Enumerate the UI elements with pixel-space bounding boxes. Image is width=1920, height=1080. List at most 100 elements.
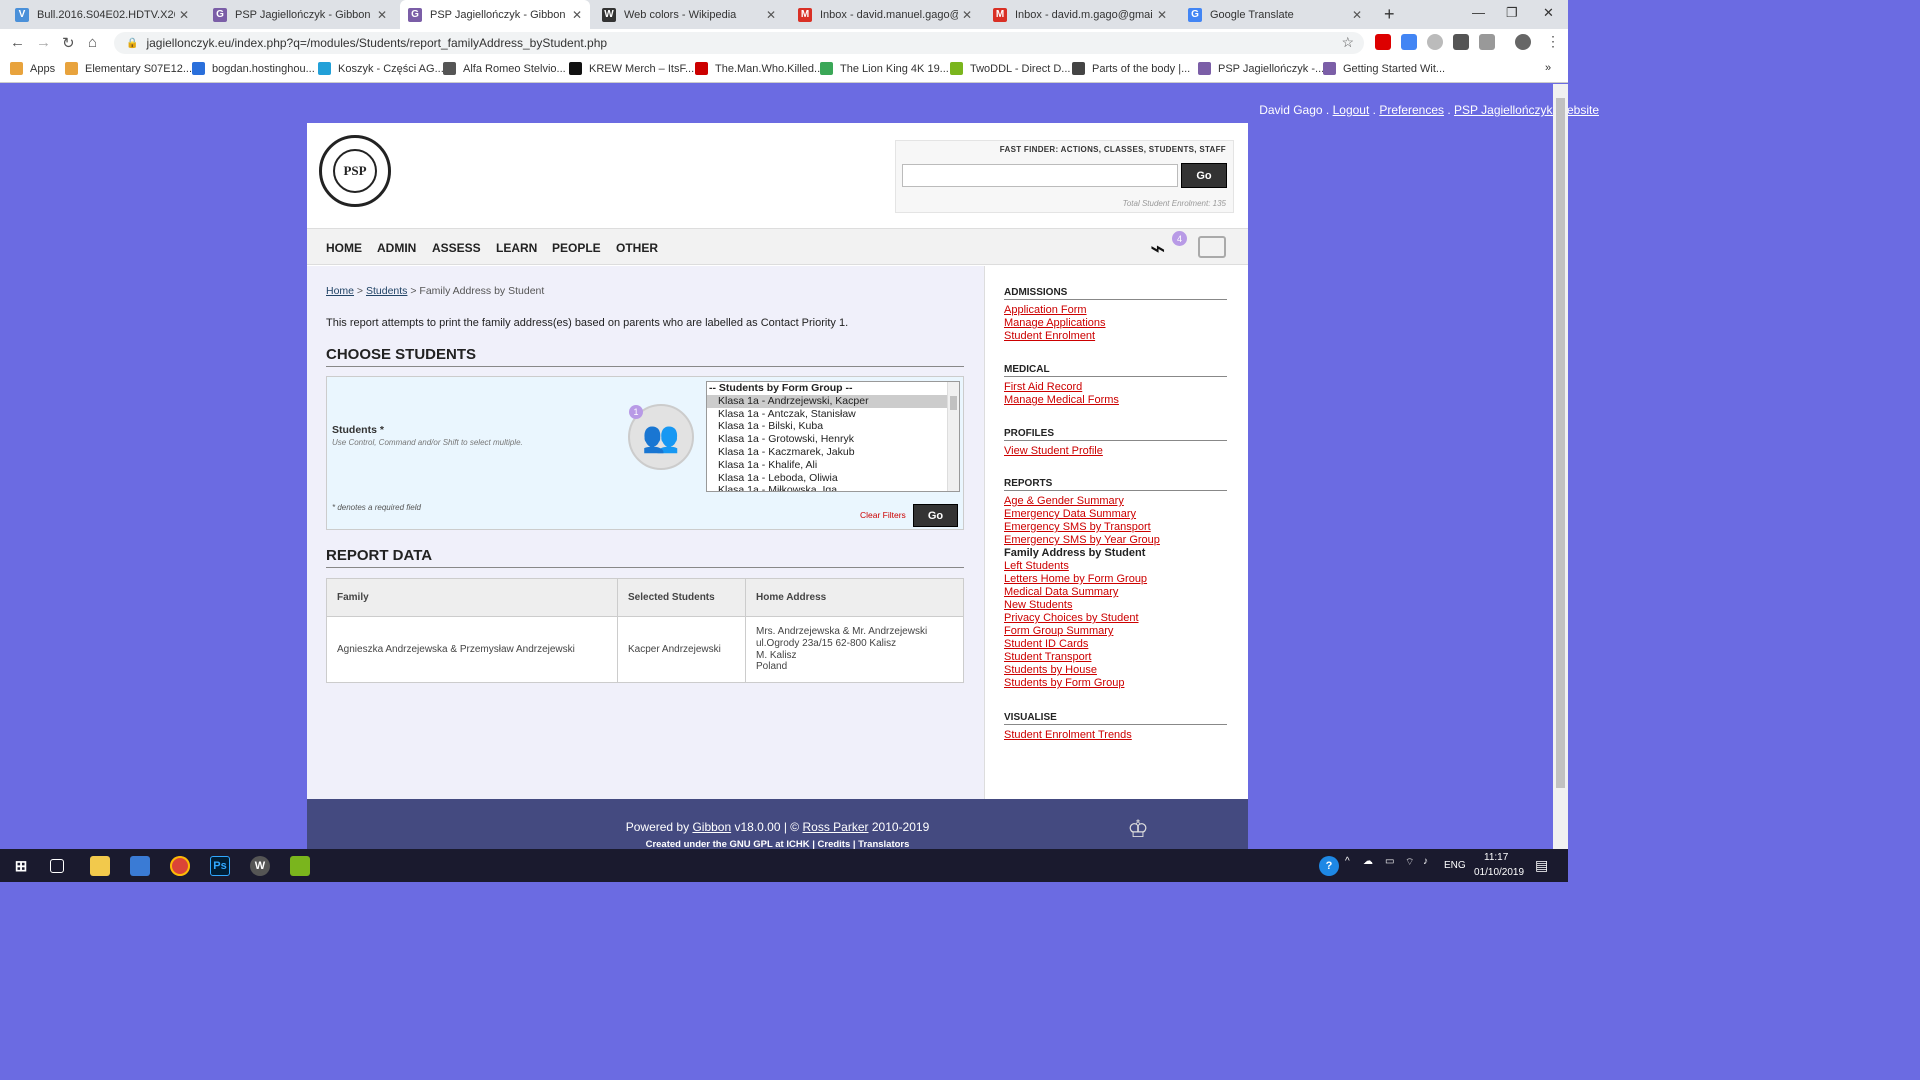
breadcrumb-students[interactable]: Students (366, 285, 407, 297)
student-option[interactable]: Klasa 1a - Leboda, Oliwia (707, 472, 959, 485)
bookmark-item[interactable]: bogdan.hostinghou... (192, 62, 315, 75)
tab-close-icon[interactable]: ✕ (179, 8, 189, 22)
scrollbar-thumb[interactable] (1556, 98, 1565, 788)
bookmark-item[interactable]: Apps (10, 62, 55, 75)
browser-tab[interactable]: G PSP Jagiellończyk - Gibbon - Stud ✕ (400, 0, 590, 29)
screenshot-ext-icon[interactable] (1479, 34, 1495, 50)
menu-item-admin[interactable]: ADMIN (377, 241, 416, 255)
tray-chevron-icon[interactable]: ^ (1345, 856, 1350, 867)
bookmark-item[interactable]: KREW Merch – ItsF... (569, 62, 694, 75)
help-tray-icon[interactable]: ? (1319, 856, 1339, 876)
browser-tab[interactable]: G Google Translate ✕ (1180, 0, 1370, 29)
clock-date[interactable]: 01/10/2019 (1474, 867, 1524, 878)
file-explorer-icon[interactable] (90, 856, 110, 876)
student-option[interactable]: Klasa 1a - Bilski, Kuba (707, 420, 959, 433)
sidebar-item[interactable]: Medical Data Summary (1004, 586, 1118, 598)
sidebar-item[interactable]: Application Form (1004, 304, 1087, 316)
bookmark-item[interactable]: The.Man.Who.Killed... (695, 62, 823, 75)
gibbon-link[interactable]: Gibbon (692, 820, 731, 834)
preferences-link[interactable]: Preferences (1379, 103, 1444, 117)
browser-tab[interactable]: G PSP Jagiellończyk - Gibbon ✕ (205, 0, 395, 29)
menu-item-people[interactable]: PEOPLE (552, 241, 601, 255)
photoshop-icon[interactable]: Ps (210, 856, 230, 876)
fast-finder-go-button[interactable]: Go (1181, 163, 1227, 188)
clock-time[interactable]: 11:17 (1484, 852, 1508, 863)
maximize-button[interactable]: ❐ (1506, 5, 1518, 21)
tab-close-icon[interactable]: ✕ (377, 8, 387, 22)
student-option[interactable]: Klasa 1a - Miłkowska, Iga (707, 484, 959, 491)
sidebar-item[interactable]: Student Enrolment Trends (1004, 729, 1132, 741)
back-icon[interactable]: ← (10, 34, 25, 51)
tab-close-icon[interactable]: ✕ (572, 8, 582, 22)
bookmark-star-icon[interactable]: ☆ (1341, 34, 1354, 51)
student-option[interactable]: Klasa 1a - Andrzejewski, Kacper (707, 394, 959, 408)
school-website-link[interactable]: PSP Jagiellończyk Website (1454, 103, 1599, 117)
home-icon[interactable]: ⌂ (88, 34, 97, 51)
students-multiselect[interactable]: -- Students by Form Group -- Klasa 1a - A… (706, 381, 960, 492)
listbox-scrollbar[interactable] (947, 382, 959, 491)
browser-tab[interactable]: W Web colors - Wikipedia ✕ (594, 0, 784, 29)
sidebar-item[interactable]: Emergency SMS by Transport (1004, 521, 1151, 533)
sidebar-item[interactable]: Emergency SMS by Year Group (1004, 534, 1160, 546)
sidebar-item[interactable]: Form Group Summary (1004, 625, 1113, 637)
bookmark-item[interactable]: Elementary S07E12... (65, 62, 192, 75)
sidebar-item[interactable]: Manage Medical Forms (1004, 394, 1119, 406)
sidebar-item[interactable]: Student Enrolment (1004, 330, 1095, 342)
url-input[interactable]: 🔒 jagiellonczyk.eu/index.php?q=/modules/… (114, 32, 1364, 54)
sidebar-item[interactable]: Left Students (1004, 560, 1069, 572)
bookmark-item[interactable]: Alfa Romeo Stelvio... (443, 62, 566, 75)
sidebar-item[interactable]: Student ID Cards (1004, 638, 1088, 650)
app-green-icon[interactable] (290, 856, 310, 876)
student-option[interactable]: Klasa 1a - Kaczmarek, Jakub (707, 446, 959, 459)
tab-close-icon[interactable]: ✕ (1352, 8, 1362, 22)
student-option[interactable]: Klasa 1a - Grotowski, Henryk (707, 433, 959, 446)
profile-avatar-icon[interactable] (1515, 34, 1531, 50)
logout-link[interactable]: Logout (1333, 103, 1370, 117)
wifi-icon[interactable]: ⌔ (1405, 856, 1414, 869)
sidebar-item[interactable]: Students by House (1004, 664, 1097, 676)
tab-close-icon[interactable]: ✕ (1157, 8, 1167, 22)
bookmark-item[interactable]: TwoDDL - Direct D... (950, 62, 1070, 75)
bookmark-item[interactable]: The Lion King 4K 19... (820, 62, 949, 75)
onedrive-icon[interactable]: ☁ (1363, 856, 1373, 867)
sidebar-item[interactable]: New Students (1004, 599, 1072, 611)
bookmarks-overflow-icon[interactable]: » (1545, 62, 1551, 74)
forward-icon[interactable]: → (36, 34, 51, 51)
notifications-center-icon[interactable]: ▤ (1535, 857, 1548, 874)
chrome-taskbar-icon[interactable] (170, 856, 190, 876)
translate-ext-icon[interactable] (1401, 34, 1417, 50)
notifications-pulse-icon[interactable]: ⌁ (1150, 233, 1166, 264)
adblock-icon[interactable] (1375, 34, 1391, 50)
volume-icon[interactable]: ♪ (1423, 856, 1428, 867)
sidebar-item[interactable]: Letters Home by Form Group (1004, 573, 1147, 585)
clear-filters-link[interactable]: Clear Filters (860, 510, 906, 520)
browser-menu-icon[interactable]: ⋮ (1545, 34, 1561, 50)
app-w-icon[interactable]: W (250, 856, 270, 876)
sidebar-item[interactable]: View Student Profile (1004, 445, 1103, 457)
student-option[interactable]: Klasa 1a - Antczak, Stanisław (707, 408, 959, 421)
close-window-button[interactable]: ✕ (1543, 5, 1554, 21)
sidebar-item[interactable]: Family Address by Student (1004, 547, 1145, 559)
browser-tab[interactable]: M Inbox - david.manuel.gago@gmai ✕ (790, 0, 980, 29)
tab-close-icon[interactable]: ✕ (766, 8, 776, 22)
student-option[interactable]: Klasa 1a - Khalife, Ali (707, 459, 959, 472)
fast-finder-input[interactable] (902, 164, 1178, 187)
windows-start-icon[interactable]: ⊞ (11, 856, 31, 876)
menu-item-learn[interactable]: LEARN (496, 241, 537, 255)
school-logo[interactable]: PSP (319, 135, 391, 207)
page-scrollbar[interactable] (1553, 84, 1568, 849)
menu-item-assess[interactable]: ASSESS (432, 241, 481, 255)
browser-tab[interactable]: M Inbox - david.m.gago@gmail.com ✕ (985, 0, 1175, 29)
sidebar-item[interactable]: Students by Form Group (1004, 677, 1124, 689)
language-indicator[interactable]: ENG (1444, 860, 1466, 871)
menu-item-other[interactable]: OTHER (616, 241, 658, 255)
browser-tab[interactable]: V Bull.2016.S04E02.HDTV.X264-KILL ✕ (7, 0, 197, 29)
messenger-icon[interactable] (1198, 236, 1226, 258)
task-view-icon[interactable] (50, 859, 64, 873)
bookmark-item[interactable]: Koszyk - Części AG... (318, 62, 444, 75)
sidebar-item[interactable]: First Aid Record (1004, 381, 1082, 393)
tab-close-icon[interactable]: ✕ (962, 8, 972, 22)
new-tab-button[interactable]: + (1384, 4, 1395, 25)
bookmark-item[interactable]: PSP Jagiellończyk -... (1198, 62, 1324, 75)
bookmark-item[interactable]: Getting Started Wit... (1323, 62, 1445, 75)
